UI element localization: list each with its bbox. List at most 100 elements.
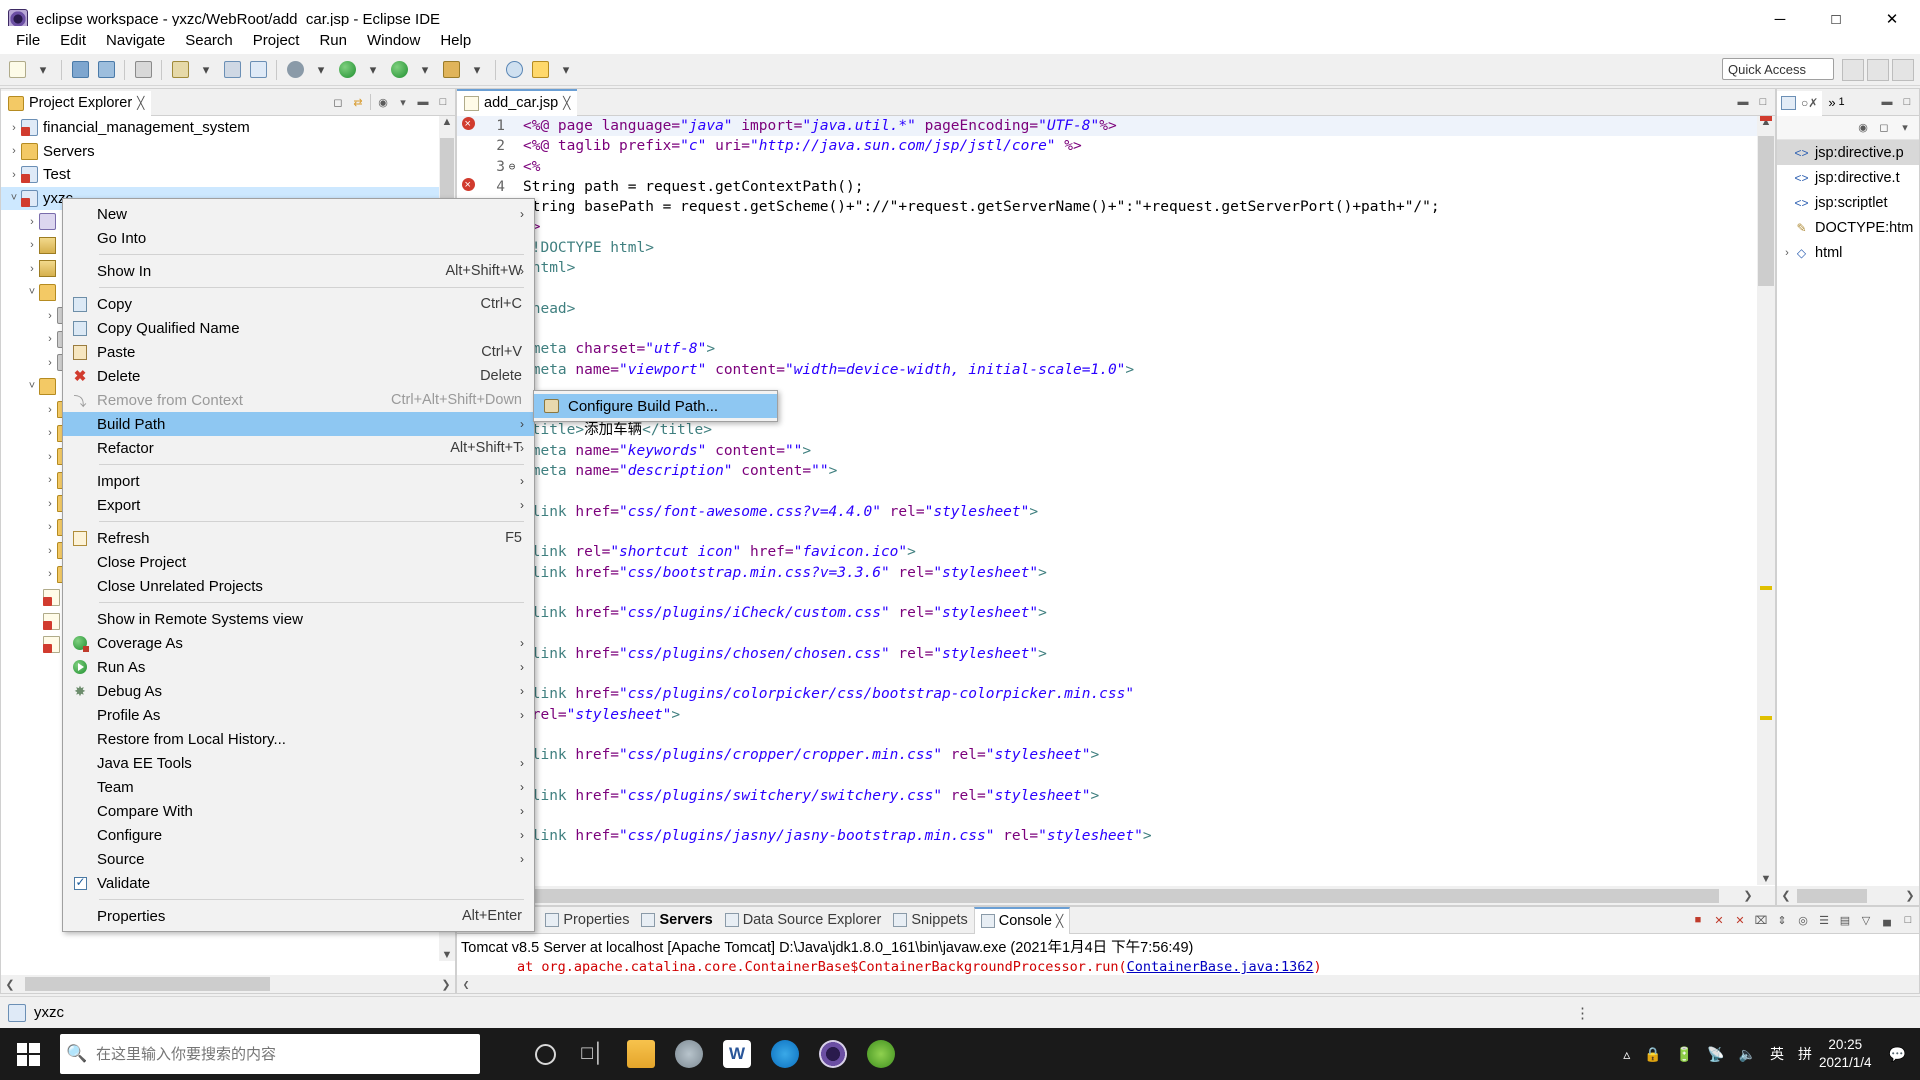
- context-menu-item-restore-from-local-history[interactable]: Restore from Local History...: [63, 727, 534, 751]
- context-menu-item-show-in-remote-systems-view[interactable]: Show in Remote Systems view: [63, 607, 534, 631]
- build-path-submenu[interactable]: Configure Build Path...: [533, 390, 778, 422]
- editor-source-area[interactable]: 1 <%@ page language="java" import="java.u…: [457, 116, 1775, 885]
- outline-item[interactable]: ✎ DOCTYPE:htm: [1777, 215, 1919, 240]
- code-line[interactable]: 31: [457, 725, 1757, 745]
- tray-battery-icon[interactable]: 🔋: [1676, 1046, 1693, 1063]
- code-line[interactable]: 34<link href="css/plugins/switchery/swit…: [457, 786, 1757, 806]
- editor-tab-close-icon[interactable]: ╳: [563, 96, 570, 110]
- context-menu-item-java-ee-tools[interactable]: Java EE Tools ›: [63, 751, 534, 775]
- code-line[interactable]: 23<link href="css/bootstrap.min.css?v=3.…: [457, 563, 1757, 583]
- code-line[interactable]: 25<link href="css/plugins/iCheck/custom.…: [457, 603, 1757, 623]
- console-menu-icon[interactable]: ▽: [1857, 911, 1875, 929]
- context-menu-item-profile-as[interactable]: Profile As ›: [63, 703, 534, 727]
- menu-help[interactable]: Help: [430, 29, 481, 52]
- tab-close-icon[interactable]: ╳: [137, 96, 144, 110]
- context-menu-item-build-path[interactable]: Build Path ›: [63, 412, 534, 436]
- context-menu-item-import[interactable]: Import ›: [63, 469, 534, 493]
- code-line[interactable]: 4 String path = request.getContextPath();: [457, 175, 1757, 197]
- code-line[interactable]: 16<title>添加车辆</title>: [457, 420, 1757, 440]
- tree-twisty-icon[interactable]: ›: [43, 521, 57, 533]
- file-explorer-icon[interactable]: [618, 1030, 664, 1078]
- error-marker-icon[interactable]: [457, 116, 479, 136]
- menu-window[interactable]: Window: [357, 29, 430, 52]
- submenu-item-configure-build-path[interactable]: Configure Build Path...: [534, 394, 777, 418]
- save-button[interactable]: [68, 58, 92, 82]
- context-menu-item-copy[interactable]: Copy Ctrl+C: [63, 292, 534, 316]
- outline-hscroll-right[interactable]: ❯: [1901, 889, 1919, 902]
- maximize-view-icon[interactable]: □: [435, 94, 451, 110]
- code-line[interactable]: 33: [457, 766, 1757, 786]
- tree-twisty-icon[interactable]: ›: [7, 169, 21, 181]
- tree-twisty-icon[interactable]: ›: [43, 498, 57, 510]
- outline-item[interactable]: › ◇ html: [1777, 240, 1919, 265]
- scroll-up-arrow[interactable]: ▲: [439, 116, 455, 128]
- new-wizard-arrow[interactable]: ▾: [194, 58, 218, 82]
- editor-maximize-icon[interactable]: □: [1755, 94, 1771, 110]
- outline-overflow[interactable]: » 1: [1828, 95, 1844, 110]
- console-max-icon[interactable]: □: [1899, 911, 1917, 929]
- tray-ime-mode[interactable]: 拼: [1798, 1044, 1812, 1064]
- tray-security-icon[interactable]: 🔒: [1644, 1046, 1661, 1063]
- code-line[interactable]: 3 ⊖ <%: [457, 157, 1757, 177]
- search-arrow[interactable]: ▾: [554, 58, 578, 82]
- editor-vscrollbar[interactable]: ▲ ▼: [1757, 116, 1775, 885]
- code-line[interactable]: 9: [457, 278, 1757, 298]
- tree-twisty-icon[interactable]: ›: [7, 145, 21, 157]
- tree-twisty-icon[interactable]: ›: [43, 474, 57, 486]
- remove-all-icon[interactable]: ✕: [1731, 911, 1749, 929]
- context-menu-item-refresh[interactable]: Refresh F5: [63, 526, 534, 550]
- menu-file[interactable]: File: [6, 29, 50, 52]
- context-menu-item-coverage-as[interactable]: Coverage As ›: [63, 631, 534, 655]
- project-context-menu[interactable]: New › Go Into Show In Alt+Shift+W › Copy Ctrl+C…: [62, 198, 535, 932]
- run-button[interactable]: [335, 58, 359, 82]
- code-line[interactable]: 29<link href="css/plugins/colorpicker/cs…: [457, 684, 1757, 704]
- console-error-link[interactable]: ContainerBase.java:1362: [1127, 959, 1314, 975]
- tree-twisty-icon[interactable]: ˅: [25, 286, 39, 298]
- tree-item[interactable]: › Servers: [1, 140, 439, 164]
- tray-network-icon[interactable]: 📡: [1707, 1046, 1724, 1063]
- outline-sort-icon[interactable]: ◉: [1855, 120, 1871, 136]
- display-console-icon[interactable]: ☰: [1815, 911, 1833, 929]
- outline-tree[interactable]: <> jsp:directive.p <> jsp:directive.t <> jsp:…: [1777, 140, 1919, 885]
- tree-twisty-icon[interactable]: ›: [43, 357, 57, 369]
- scroll-down-arrow[interactable]: ▼: [439, 949, 455, 961]
- quick-access-input[interactable]: Quick Access: [1722, 58, 1834, 80]
- context-menu-item-delete[interactable]: ✖ Delete Delete: [63, 364, 534, 388]
- editor-hscroll-right[interactable]: ❯: [1739, 889, 1757, 902]
- tree-twisty-icon[interactable]: ›: [43, 451, 57, 463]
- perspective-java-ee[interactable]: [1867, 59, 1889, 81]
- warning-overview-marker[interactable]: [1760, 586, 1772, 590]
- menu-project[interactable]: Project: [243, 29, 310, 52]
- tree-twisty-icon[interactable]: ˅: [7, 192, 21, 204]
- code-line[interactable]: 17<meta name="keywords" content="">: [457, 441, 1757, 461]
- hscroll-right-arrow[interactable]: ❯: [437, 978, 455, 991]
- error-overview-marker[interactable]: [1760, 116, 1772, 121]
- menu-edit[interactable]: Edit: [50, 29, 96, 52]
- scroll-lock-icon[interactable]: ⇕: [1773, 911, 1791, 929]
- run-arrow[interactable]: ▾: [361, 58, 385, 82]
- code-line[interactable]: 7<!DOCTYPE html>: [457, 238, 1757, 258]
- context-menu-item-refactor[interactable]: Refactor Alt+Shift+T ›: [63, 436, 534, 460]
- code-line[interactable]: 18<meta name="description" content="">: [457, 461, 1757, 481]
- taskbar-search-box[interactable]: 🔍: [60, 1034, 480, 1074]
- tray-ime-lang[interactable]: 英: [1770, 1044, 1784, 1064]
- run-server-button[interactable]: [439, 58, 463, 82]
- new-dropdown-arrow[interactable]: ▾: [31, 58, 55, 82]
- menu-run[interactable]: Run: [309, 29, 357, 52]
- code-line[interactable]: 26: [457, 623, 1757, 643]
- warning-overview-marker-2[interactable]: [1760, 716, 1772, 720]
- console-tab-snippets[interactable]: Snippets: [887, 907, 973, 934]
- minimize-view-icon[interactable]: ▬: [415, 94, 431, 110]
- console-hscrollbar[interactable]: ❮: [457, 975, 1919, 993]
- tree-item[interactable]: › financial_management_system: [1, 116, 439, 140]
- outline-item[interactable]: <> jsp:directive.p: [1777, 140, 1919, 165]
- new-button[interactable]: [5, 58, 29, 82]
- outline-hscroll-thumb[interactable]: [1797, 888, 1867, 903]
- code-line[interactable]: 11: [457, 319, 1757, 339]
- media-player-icon[interactable]: [666, 1030, 712, 1078]
- tree-twisty-icon[interactable]: ›: [43, 333, 57, 345]
- tree-twisty-icon[interactable]: ›: [25, 239, 39, 251]
- run-server-arrow[interactable]: ▾: [465, 58, 489, 82]
- code-lines[interactable]: 1 <%@ page language="java" import="java.u…: [457, 116, 1757, 885]
- code-line[interactable]: 32<link href="css/plugins/cropper/croppe…: [457, 745, 1757, 765]
